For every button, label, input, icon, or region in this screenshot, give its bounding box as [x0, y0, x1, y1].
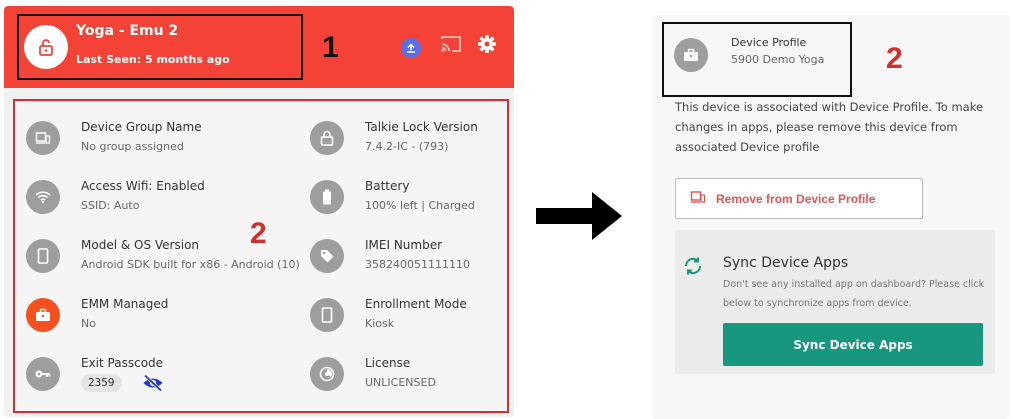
- detail-label: Enrollment Mode: [365, 297, 467, 311]
- phone-icon: [310, 298, 344, 332]
- detail-label: IMEI Number: [365, 238, 443, 252]
- sync-description: Don't see any installed app on dashboard…: [723, 279, 985, 309]
- header-annotation-box: [17, 14, 303, 80]
- detail-exit-passcode: Exit Passcode 2359: [26, 353, 296, 399]
- sync-icon: [682, 255, 704, 277]
- detail-label: License: [365, 356, 411, 370]
- phone-icon: [26, 239, 60, 273]
- annotation-number-1: 1: [322, 31, 339, 64]
- passcode-value: 2359: [81, 374, 122, 392]
- briefcase-icon: [26, 298, 60, 332]
- detail-emm: EMM Managed No: [26, 294, 296, 340]
- lock-icon: [310, 121, 344, 155]
- cast-icon[interactable]: [440, 33, 462, 55]
- detail-value: SSID: Auto: [81, 199, 140, 212]
- device-header: Yoga - Emu 2 Last Seen: 5 months ago 1: [4, 6, 514, 88]
- detail-value: UNLICENSED: [365, 376, 436, 389]
- detail-label: EMM Managed: [81, 297, 169, 311]
- sync-device-apps-button[interactable]: Sync Device Apps: [723, 323, 983, 366]
- profile-title: Device Profile: [731, 36, 807, 49]
- detail-model-os: Model & OS Version Android SDK built for…: [26, 235, 300, 281]
- detail-label: Exit Passcode: [81, 356, 164, 370]
- detail-value: 100% left | Charged: [365, 199, 475, 212]
- detail-value: 358240051111110: [365, 258, 470, 271]
- detail-license: License UNLICENSED: [310, 353, 505, 399]
- profile-note: This device is associated with Device Pr…: [675, 100, 984, 154]
- device-group-icon: [26, 121, 60, 155]
- detail-value: 7.4.2-IC - (793): [365, 140, 449, 153]
- detail-value: Kiosk: [365, 317, 395, 330]
- remove-button-label: Remove from Device Profile: [716, 191, 876, 206]
- eye-off-icon[interactable]: [142, 374, 164, 392]
- detail-value: No: [81, 317, 96, 330]
- sync-apps-panel: Sync Device Apps Don't see any installed…: [675, 230, 995, 374]
- tag-icon: [310, 239, 344, 273]
- device-details-card: Yoga - Emu 2 Last Seen: 5 months ago 1 2…: [4, 6, 514, 417]
- detail-label: Access Wifi: Enabled: [81, 179, 205, 193]
- annotation-number-2-profile: 2: [886, 42, 903, 75]
- detail-enrollment-mode: Enrollment Mode Kiosk: [310, 294, 505, 340]
- detail-talkie-lock: Talkie Lock Version 7.4.2-IC - (793): [310, 117, 505, 163]
- profile-name: 5900 Demo Yoga: [731, 53, 825, 66]
- device-group-icon: [690, 190, 706, 207]
- profile-briefcase-icon: [674, 38, 708, 72]
- remove-from-profile-button[interactable]: Remove from Device Profile: [675, 178, 923, 219]
- gear-icon[interactable]: [476, 33, 498, 55]
- key-icon: [26, 357, 60, 391]
- detail-imei: IMEI Number 358240051111110: [310, 235, 505, 281]
- device-details-panel: 2 Device Group Name No group assigned Ac…: [13, 99, 509, 413]
- detail-value: No group assigned: [81, 140, 184, 153]
- detail-label: Device Group Name: [81, 120, 202, 134]
- detail-label: Model & OS Version: [81, 238, 200, 252]
- license-icon: [310, 357, 344, 391]
- battery-icon: [310, 180, 344, 214]
- detail-device-group: Device Group Name No group assigned: [26, 117, 296, 163]
- detail-wifi: Access Wifi: Enabled SSID: Auto: [26, 176, 296, 222]
- detail-label: Talkie Lock Version: [365, 120, 478, 134]
- detail-value: Android SDK built for x86 - Android (10): [81, 258, 300, 271]
- sync-title: Sync Device Apps: [723, 255, 849, 271]
- right-arrow-icon: [536, 192, 622, 240]
- detail-label: Battery: [365, 179, 410, 193]
- wifi-icon: [26, 180, 60, 214]
- upload-icon[interactable]: [401, 38, 421, 58]
- device-profile-card: Device Profile 5900 Demo Yoga 2 This dev…: [652, 15, 1010, 419]
- detail-battery: Battery 100% left | Charged: [310, 176, 505, 222]
